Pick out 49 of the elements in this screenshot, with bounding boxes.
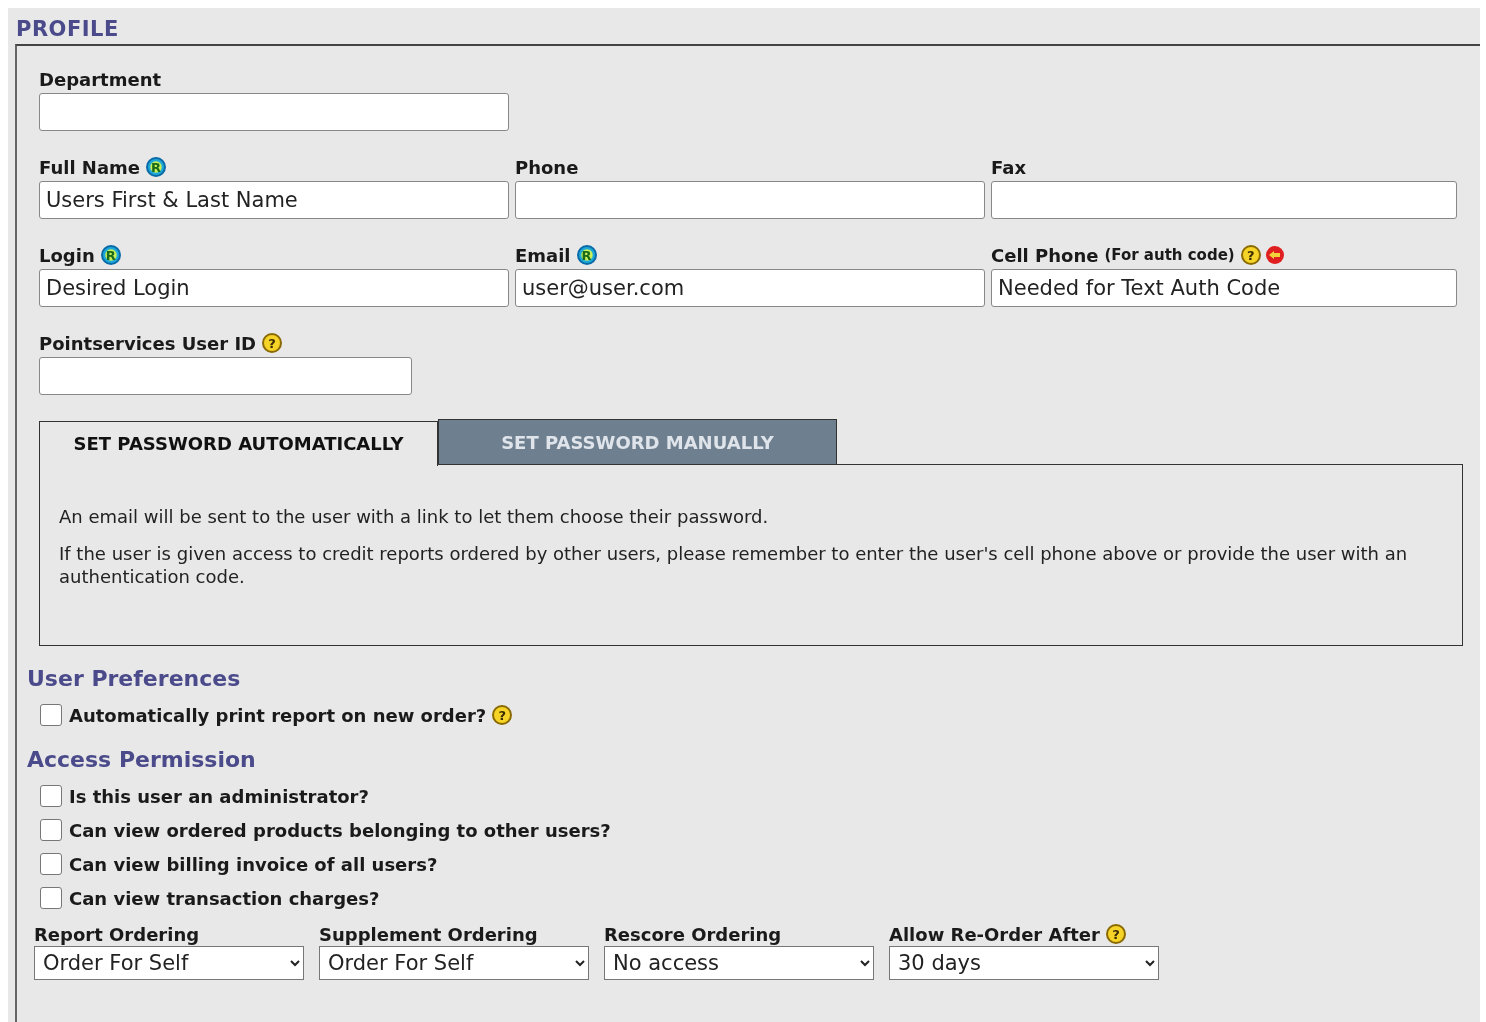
- text-field[interactable]: Needed for Text Auth Code: [991, 269, 1457, 307]
- text-field[interactable]: Users First & Last Name: [39, 181, 509, 219]
- section-heading: PROFILE: [15, 16, 120, 43]
- section-heading: User Preferences: [27, 666, 242, 691]
- field-label: Email: [515, 244, 571, 266]
- help-icon[interactable]: ?: [1240, 245, 1261, 265]
- text-field[interactable]: Desired Login: [39, 269, 509, 307]
- info-text: An email will be sent to the user with a link to let them choose their password.: [59, 505, 770, 528]
- text-field[interactable]: [991, 181, 1457, 219]
- dropdown[interactable]: 30 days: [889, 946, 1159, 980]
- checkbox-label: Is this user an administrator?: [69, 785, 369, 807]
- checkbox-label: Can view transaction charges?: [69, 887, 380, 909]
- password-tab[interactable]: SET PASSWORD AUTOMATICALLY: [39, 420, 438, 466]
- required-icon: R: [146, 157, 166, 177]
- help-icon[interactable]: ?: [1105, 924, 1126, 944]
- checkbox[interactable]: [40, 887, 62, 909]
- text-field[interactable]: [39, 357, 412, 395]
- help-icon[interactable]: ?: [262, 333, 283, 353]
- field-label: Full Name: [39, 156, 140, 178]
- label-note: (For auth code): [1104, 246, 1235, 264]
- field-label: Allow Re-Order After: [889, 923, 1100, 945]
- dropdown[interactable]: No access: [604, 946, 874, 980]
- dropdown[interactable]: Order For Self: [34, 946, 304, 980]
- checkbox-label: Can view ordered products belonging to other users?: [69, 819, 611, 841]
- field-label: Pointservices User ID: [39, 332, 257, 354]
- text-field[interactable]: [515, 181, 985, 219]
- field-label: Department: [39, 68, 162, 90]
- checkbox-label: Can view billing invoice of all users?: [69, 853, 438, 875]
- text-field[interactable]: user@user.com: [515, 269, 985, 307]
- dropdown[interactable]: Order For Self: [319, 946, 589, 980]
- checkbox[interactable]: [40, 819, 62, 841]
- field-label: Fax: [991, 156, 1026, 178]
- checkbox-label: Automatically print report on new order?: [69, 704, 487, 726]
- alert-icon: [1264, 245, 1285, 265]
- field-label: Phone: [515, 156, 579, 178]
- checkbox[interactable]: [40, 704, 62, 726]
- field-label: Report Ordering: [34, 923, 200, 945]
- section-heading: Access Permission: [27, 747, 257, 772]
- required-icon: R: [576, 245, 597, 265]
- field-label: Login: [39, 244, 95, 266]
- field-label: Supplement Ordering: [319, 923, 538, 945]
- checkbox[interactable]: [40, 853, 62, 875]
- text-field[interactable]: [39, 93, 509, 131]
- help-icon[interactable]: ?: [492, 705, 513, 725]
- info-text: If the user is given access to credit reports ordered by other users, please remember to enter the user's cell phone above or provide the user with an authentication code.: [59, 542, 1409, 588]
- field-label: Rescore Ordering: [604, 923, 782, 945]
- checkbox[interactable]: [40, 785, 62, 807]
- required-icon: R: [100, 245, 121, 265]
- field-label: Cell Phone: [991, 244, 1099, 266]
